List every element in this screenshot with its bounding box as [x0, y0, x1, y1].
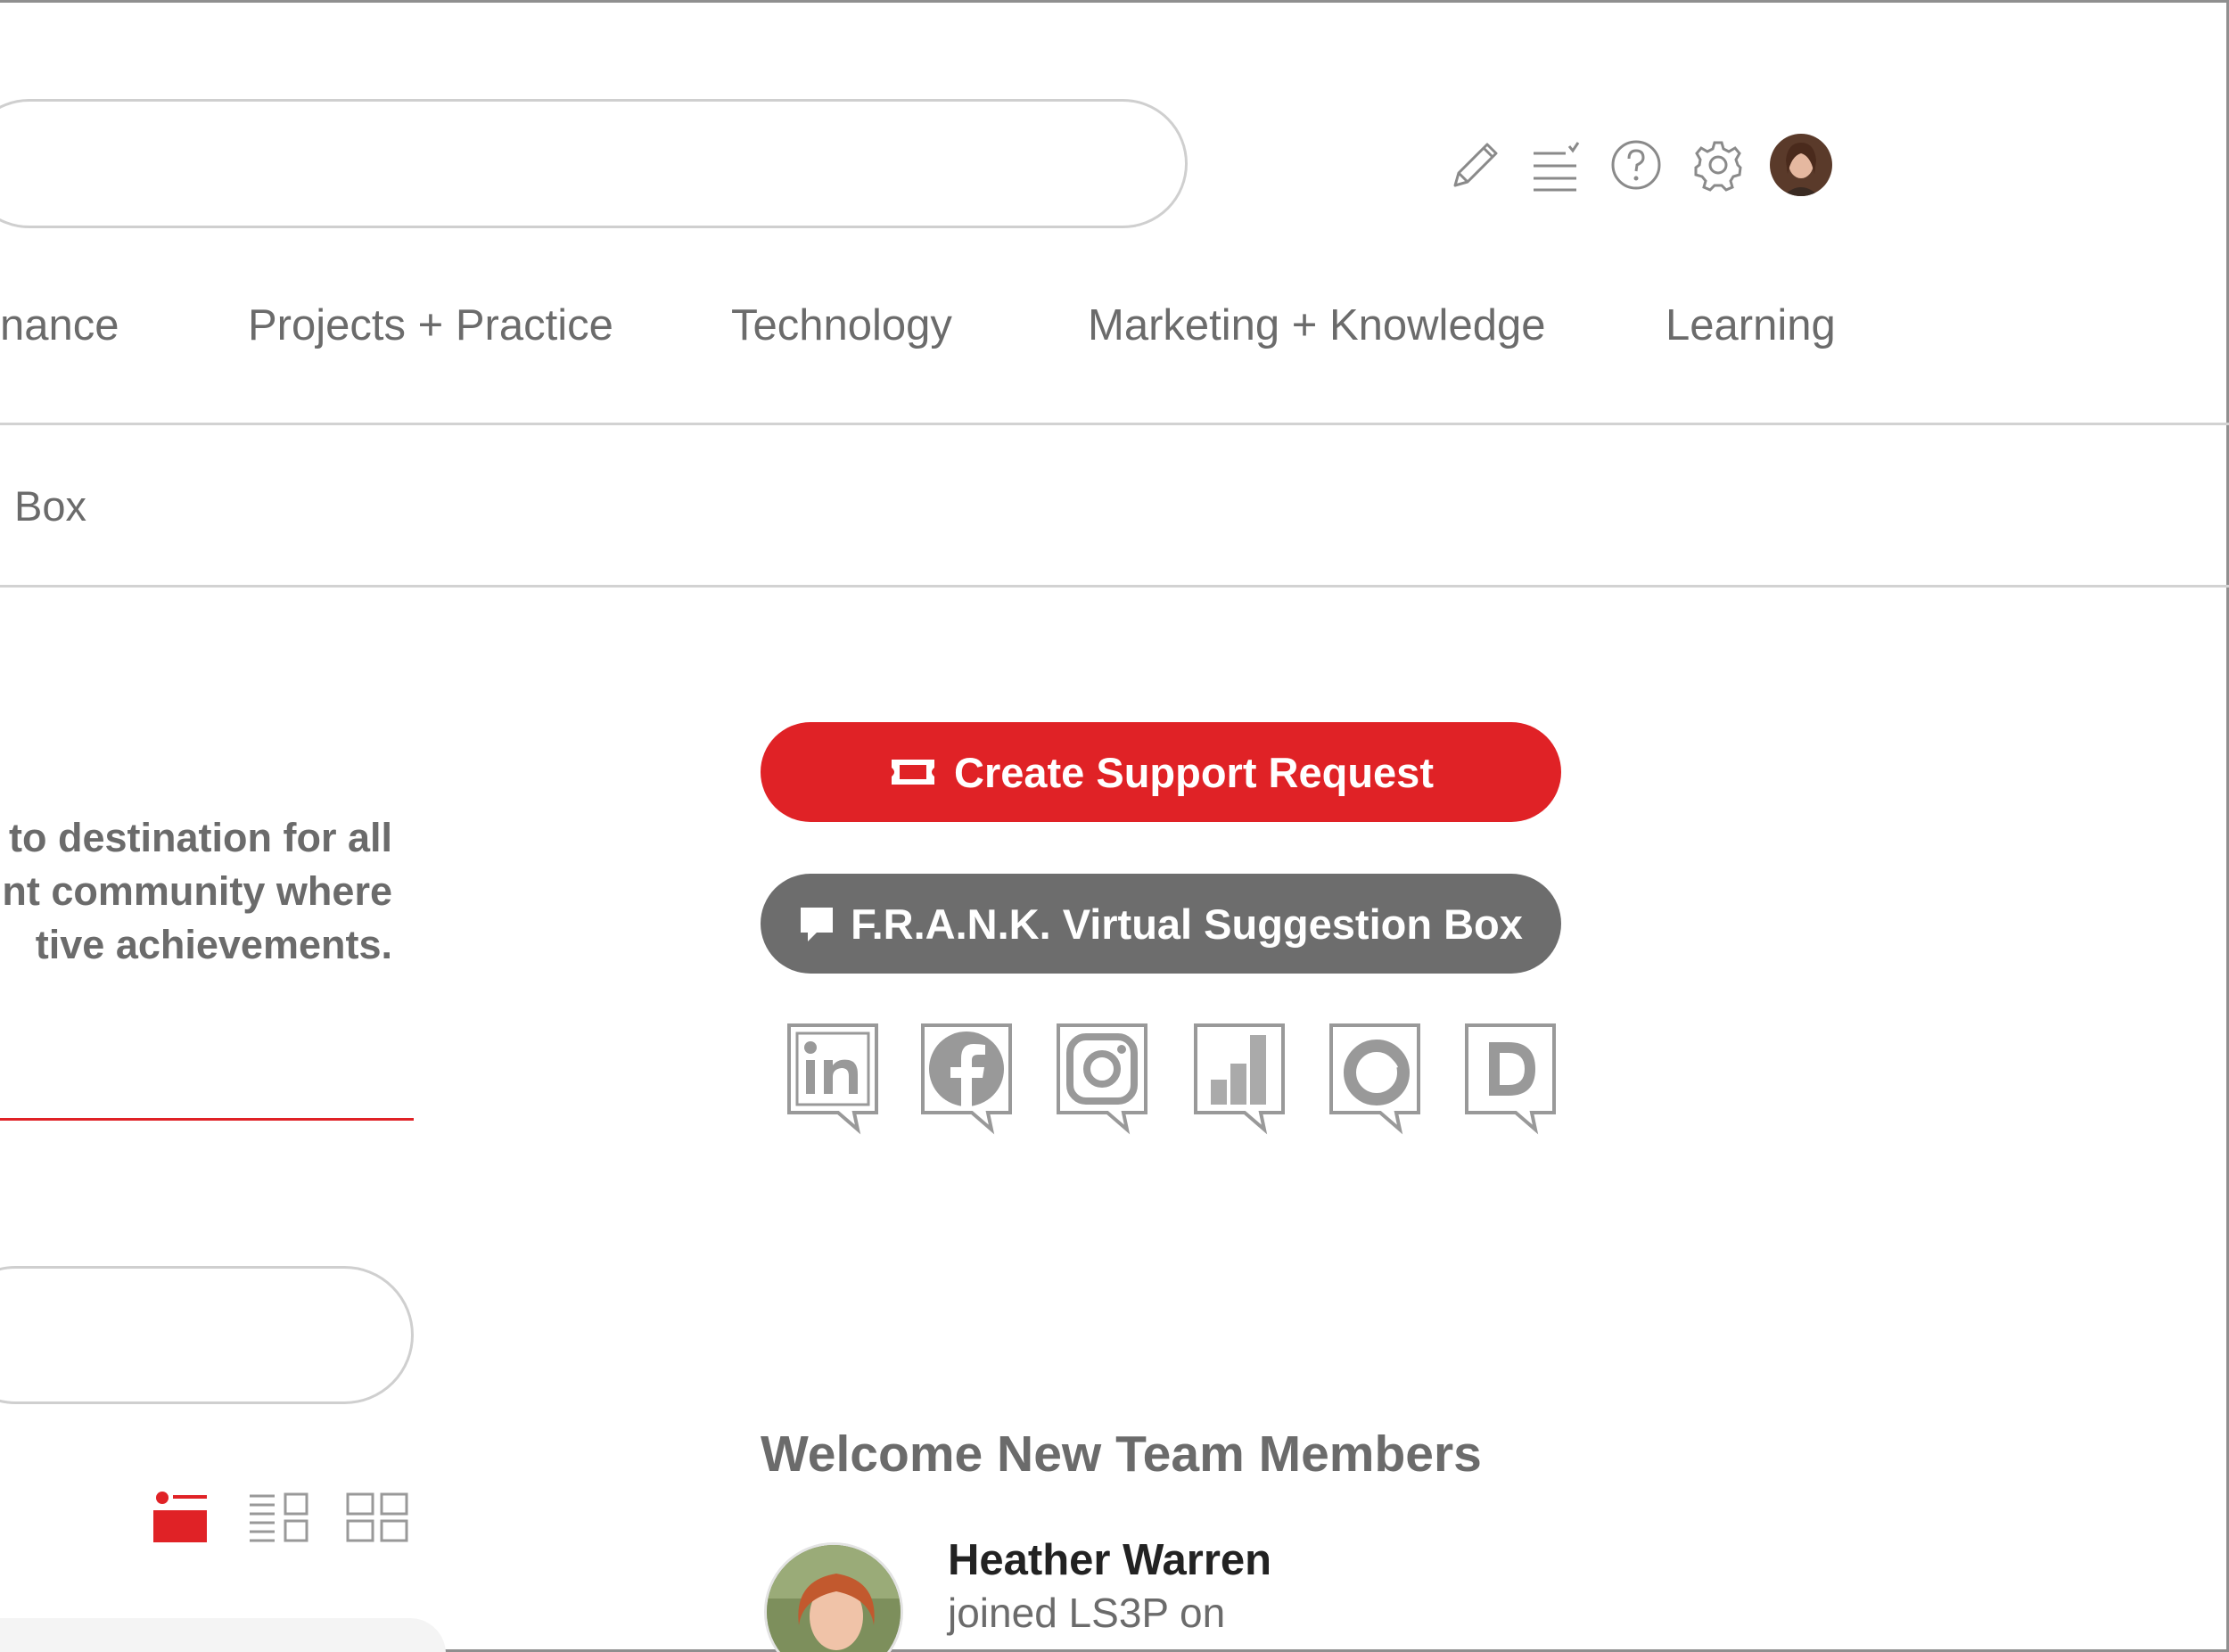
task-list-icon[interactable]: [1525, 134, 1587, 196]
instagram-icon[interactable]: [1054, 1021, 1152, 1141]
nav-divider: [0, 423, 2229, 425]
gear-icon[interactable]: [1687, 134, 1749, 196]
welcome-title: Welcome New Team Members: [761, 1426, 1482, 1483]
linkedin-icon[interactable]: [785, 1021, 883, 1141]
help-icon[interactable]: [1605, 134, 1667, 196]
search-bar[interactable]: [0, 99, 1188, 228]
user-avatar[interactable]: [1770, 134, 1832, 196]
create-support-request-label: Create Support Request: [954, 748, 1434, 796]
main-nav: nance Projects + Practice Technology Mar…: [0, 294, 2229, 357]
circle-logo-icon[interactable]: [1327, 1021, 1425, 1141]
create-support-request-button[interactable]: Create Support Request: [761, 722, 1561, 822]
list-view-icon[interactable]: [153, 1491, 218, 1544]
stats-icon[interactable]: [1191, 1021, 1289, 1141]
nav-item-projects-practice[interactable]: Projects + Practice: [248, 294, 613, 357]
nav-item-finance[interactable]: nance: [0, 294, 119, 357]
ticket-icon: [892, 760, 934, 785]
suggestion-box-label: F.R.A.N.K. Virtual Suggestion Box: [851, 900, 1523, 948]
member-joined-text: joined LS3P on: [948, 1590, 1226, 1636]
social-links: [785, 1021, 1587, 1141]
accent-underline: [0, 1118, 414, 1121]
grid-view-icon[interactable]: [346, 1491, 410, 1544]
intro-line: nt community where: [2, 868, 392, 914]
nav-item-marketing-knowledge[interactable]: Marketing + Knowledge: [1088, 294, 1545, 357]
intro-text: to destination for all nt community wher…: [0, 811, 410, 972]
speech-bubble-icon: [801, 908, 834, 941]
facebook-icon[interactable]: [918, 1021, 1016, 1141]
compact-list-view-icon[interactable]: [248, 1491, 312, 1544]
member-name[interactable]: Heather Warren: [948, 1535, 1271, 1585]
d-logo-icon[interactable]: [1462, 1021, 1560, 1141]
intro-line: to destination for all: [8, 815, 392, 860]
nav-item-learning[interactable]: Learning: [1666, 294, 1836, 357]
intro-line: tive achievements.: [35, 922, 392, 967]
breadcrumb-divider: [0, 585, 2229, 588]
filter-input[interactable]: [0, 1266, 414, 1404]
suggestion-box-button[interactable]: F.R.A.N.K. Virtual Suggestion Box: [761, 874, 1561, 974]
breadcrumb[interactable]: Box: [14, 481, 86, 531]
content-card: [0, 1618, 446, 1652]
nav-item-technology[interactable]: Technology: [731, 294, 952, 357]
pencil-icon[interactable]: [1444, 134, 1507, 196]
